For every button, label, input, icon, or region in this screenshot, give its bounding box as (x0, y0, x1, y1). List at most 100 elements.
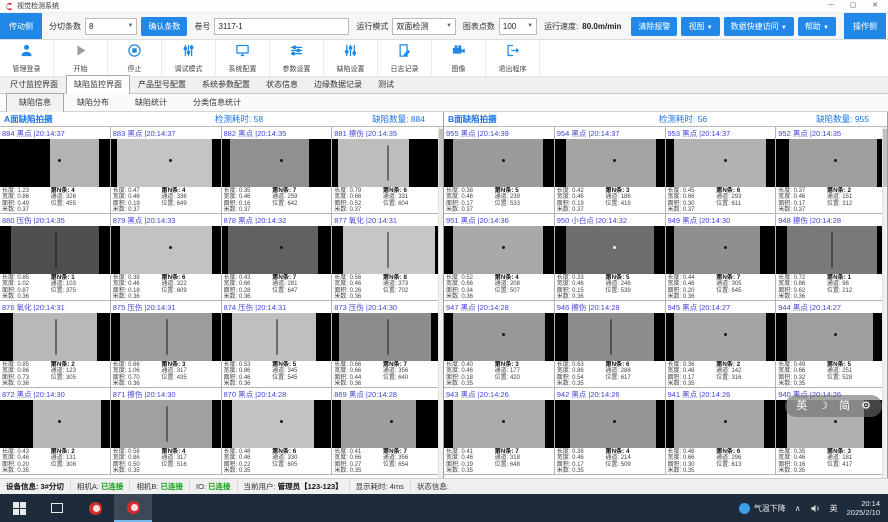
view-menu-button[interactable]: 视图 ▼ (681, 17, 719, 36)
main-tab-5[interactable]: 边缘数据记录 (306, 75, 370, 93)
pinned-app-button[interactable] (76, 494, 114, 522)
sub-tab-2[interactable]: 缺陷统计 (122, 93, 180, 111)
defect-cell[interactable]: 955 黑点 |20:14:39长度: 0.38宽度: 0.46面积: 0.17… (444, 127, 555, 214)
defect-cell[interactable]: 946 擦伤 |20:14:28长度: 0.63宽度: 0.86面积: 0.54… (555, 301, 666, 388)
defect-image[interactable] (332, 400, 442, 448)
defect-cell[interactable]: 879 黑点 |20:14:33长度: 0.39宽度: 0.46面积: 0.18… (111, 214, 222, 301)
defect-image[interactable] (222, 313, 332, 361)
defect-cell[interactable]: 881 擦伤 |20:14:35长度: 0.79宽度: 0.66面积: 0.52… (332, 127, 443, 214)
toolbar-defect-button[interactable]: 缺陷设置 (324, 40, 378, 76)
sub-tab-0[interactable]: 缺陷信息 (6, 93, 64, 112)
defect-image[interactable] (0, 226, 110, 274)
clear-alarm-button[interactable]: 清除报警 (631, 17, 677, 36)
defect-cell[interactable]: 880 压伤 |20:14:35长度: 0.85宽度: 1.02面积: 0.87… (0, 214, 111, 301)
defect-cell[interactable]: 884 黑点 |20:14:37长度: 1.23宽度: 0.86面积: 0.49… (0, 127, 111, 214)
defect-image[interactable] (332, 313, 442, 361)
defect-image[interactable] (555, 400, 665, 448)
toolbar-user-button[interactable]: 管理登录 (0, 40, 54, 76)
defect-image[interactable] (776, 226, 886, 274)
defect-cell[interactable]: 876 氧化 |20:14:31长度: 0.85宽度: 0.86面积: 0.73… (0, 301, 111, 388)
panel-b-scrollbar[interactable] (882, 127, 887, 478)
main-tab-3[interactable]: 系统参数配置 (194, 75, 258, 93)
defect-image[interactable] (666, 400, 776, 448)
toolbar-log-button[interactable]: 日志记录 (378, 40, 432, 76)
defect-image[interactable] (222, 226, 332, 274)
main-tab-4[interactable]: 状态信息 (258, 75, 306, 93)
scrollbar-thumb[interactable] (439, 129, 443, 187)
chart-points-select[interactable]: 100▼ (499, 18, 537, 35)
data-quick-access-button[interactable]: 数据快捷访问 ▼ (724, 17, 794, 36)
defect-image[interactable] (555, 313, 665, 361)
defect-image[interactable] (444, 226, 554, 274)
panel-a-scrollbar[interactable] (438, 127, 443, 478)
task-view-button[interactable] (38, 494, 76, 522)
defect-cell[interactable]: 947 黑点 |20:14:28长度: 0.40宽度: 0.46面积: 0.18… (444, 301, 555, 388)
lang-english-button[interactable]: 英 (796, 395, 807, 417)
defect-cell[interactable]: 874 压伤 |20:14:31长度: 0.53宽度: 0.86面积: 0.46… (222, 301, 333, 388)
defect-cell[interactable]: 870 黑点 |20:14:28长度: 0.48宽度: 0.46面积: 0.22… (222, 388, 333, 475)
toolbar-play-button[interactable]: 开始 (54, 40, 108, 76)
defect-cell[interactable]: 948 擦伤 |20:14:28长度: 0.72宽度: 0.86面积: 0.62… (776, 214, 887, 301)
defect-cell[interactable]: 943 黑点 |20:14:26长度: 0.41宽度: 0.46面积: 0.19… (444, 388, 555, 475)
defect-cell[interactable]: 869 黑点 |20:14:28长度: 0.41宽度: 0.66面积: 0.27… (332, 388, 443, 475)
defect-cell[interactable]: 875 压伤 |20:14:31长度: 0.66宽度: 1.06面积: 0.70… (111, 301, 222, 388)
defect-cell[interactable]: 951 黑点 |20:14:36长度: 0.52宽度: 0.66面积: 0.34… (444, 214, 555, 301)
defect-image[interactable] (0, 139, 110, 187)
defect-image[interactable] (111, 313, 221, 361)
sub-tab-1[interactable]: 缺陷分布 (64, 93, 122, 111)
toolbar-stop-button[interactable]: 停止 (108, 40, 162, 76)
defect-image[interactable] (332, 226, 442, 274)
confirm-count-button[interactable]: 确认条数 (141, 17, 187, 36)
defect-image[interactable] (111, 139, 221, 187)
defect-cell[interactable]: 949 黑点 |20:14:30长度: 0.44宽度: 0.46面积: 0.20… (666, 214, 777, 301)
defect-cell[interactable]: 882 黑点 |20:14:35长度: 0.35宽度: 0.46面积: 0.16… (222, 127, 333, 214)
defect-cell[interactable]: 950 小白点 |20:14:32长度: 0.33宽度: 0.46面积: 0.1… (555, 214, 666, 301)
toolbar-exit-button[interactable]: 退出程序 (486, 40, 540, 76)
defect-cell[interactable]: 878 黑点 |20:14:32长度: 0.43宽度: 0.66面积: 0.28… (222, 214, 333, 301)
defect-cell[interactable]: 872 黑点 |20:14:30长度: 0.43宽度: 0.46面积: 0.20… (0, 388, 111, 475)
language-indicator[interactable]: 英 (830, 503, 838, 514)
defect-image[interactable] (222, 400, 332, 448)
run-mode-select[interactable]: 双面检测▼ (392, 18, 456, 35)
defect-image[interactable] (555, 226, 665, 274)
scrollbar-thumb[interactable] (883, 129, 887, 187)
minimize-button[interactable]: ─ (820, 0, 842, 12)
defect-cell[interactable]: 877 氧化 |20:14:31长度: 0.56宽度: 0.46面积: 0.26… (332, 214, 443, 301)
main-tab-6[interactable]: 测试 (370, 75, 402, 93)
help-menu-button[interactable]: 帮助 ▼ (798, 17, 836, 36)
defect-cell[interactable]: 941 黑点 |20:14:26长度: 0.46宽度: 0.66面积: 0.30… (666, 388, 777, 475)
main-tab-2[interactable]: 产品型号配置 (130, 75, 194, 93)
taskbar-clock[interactable]: 20:142025/2/10 (847, 499, 880, 517)
defect-cell[interactable]: 954 黑点 |20:14:37长度: 0.42宽度: 0.46面积: 0.19… (555, 127, 666, 214)
defect-cell[interactable]: 942 黑点 |20:14:26长度: 0.38宽度: 0.46面积: 0.17… (555, 388, 666, 475)
weather-widget[interactable]: 气温下降 (739, 503, 786, 514)
operator-side-button[interactable]: 操作侧 (844, 13, 886, 39)
gear-icon[interactable]: ⚙ (861, 395, 871, 417)
toolbar-debug-button[interactable]: 调试模式 (162, 40, 216, 76)
windows-start-button[interactable] (0, 494, 38, 522)
defect-image[interactable] (666, 226, 776, 274)
defect-image[interactable] (0, 400, 110, 448)
defect-image[interactable] (222, 139, 332, 187)
defect-image[interactable] (111, 226, 221, 274)
slit-count-select[interactable]: 8▼ (85, 18, 137, 35)
defect-image[interactable] (332, 139, 442, 187)
close-button[interactable]: ✕ (864, 0, 886, 12)
defect-cell[interactable]: 952 黑点 |20:14:35长度: 0.37宽度: 0.46面积: 0.17… (776, 127, 887, 214)
active-app-button[interactable] (114, 494, 152, 522)
defect-image[interactable] (555, 139, 665, 187)
defect-image[interactable] (666, 139, 776, 187)
toolbar-system-button[interactable]: 系统配置 (216, 40, 270, 76)
dark-mode-moon-icon[interactable]: ☽ (818, 395, 828, 417)
defect-image[interactable] (111, 400, 221, 448)
lang-simplified-button[interactable]: 简 (839, 395, 850, 417)
main-tab-0[interactable]: 尺寸监控界面 (2, 75, 66, 93)
defect-image[interactable] (444, 139, 554, 187)
defect-image[interactable] (444, 313, 554, 361)
toolbar-params-button[interactable]: 参数设置 (270, 40, 324, 76)
defect-cell[interactable]: 883 黑点 |20:14:37长度: 0.47宽度: 0.46面积: 0.19… (111, 127, 222, 214)
defect-cell[interactable]: 953 黑点 |20:14:37长度: 0.45宽度: 0.66面积: 0.30… (666, 127, 777, 214)
drive-side-button[interactable]: 传动侧 (0, 13, 42, 39)
maximize-button[interactable]: ▢ (842, 0, 864, 12)
main-tab-1[interactable]: 缺陷监控界面 (66, 75, 130, 94)
